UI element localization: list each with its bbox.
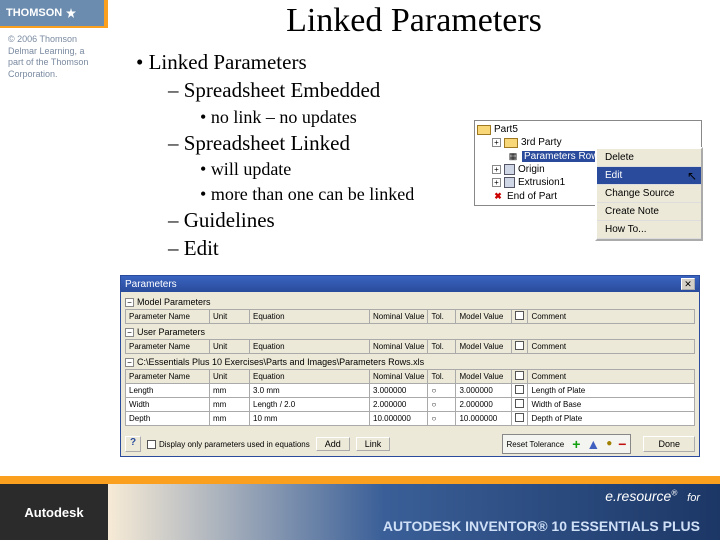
section-model-params[interactable]: − Model Parameters [125,297,695,307]
add-button[interactable]: Add [316,437,350,451]
minus-icon[interactable]: − [618,437,626,451]
folder-icon [504,138,518,148]
expand-icon[interactable]: + [492,165,501,174]
menu-create-note[interactable]: Create Note [597,203,701,221]
table-row[interactable]: Depth mm 10 mm 10.000000 ○ 10.000000 Dep… [126,412,695,426]
checkbox-icon[interactable] [147,440,156,449]
expand-icon[interactable]: − [125,328,134,337]
done-button[interactable]: Done [643,436,695,452]
slide-title: Linked Parameters [128,2,700,40]
plus-icon[interactable]: + [572,437,580,451]
product-title: AUTODESK INVENTOR® 10 ESSENTIALS PLUS [383,518,700,534]
col-equation: Equation [250,310,370,324]
params-header-table: Parameter Name Unit Equation Nominal Val… [125,339,695,354]
footer-gradient: e.resource® for AUTODESK INVENTOR® 10 ES… [108,484,720,540]
context-menu: Delete Edit ↖ Change Source Create Note … [595,147,703,241]
triangle-icon[interactable]: ▲ [586,437,600,451]
tree-label: End of Part [507,191,557,202]
col-nominal: Nominal Value [370,310,428,324]
params-header-table: Parameter Name Unit Equation Nominal Val… [125,309,695,324]
col-name: Parameter Name [126,310,210,324]
col-model-value: Model Value [456,310,512,324]
section-linked-file[interactable]: − C:\Essentials Plus 10 Exercises\Parts … [125,357,695,367]
accent-stripe [0,476,720,484]
browser-tree-panel: Part5 + 3rd Party ▦ Parameters Rows.xls … [474,120,702,206]
end-icon: ✖ [492,190,504,202]
publisher-sidebar: THOMSON © 2006 Thomson Delmar Learning, … [0,0,108,540]
expand-icon[interactable]: + [492,178,501,187]
reset-tolerance-group: Reset Tolerance + ▲ ● − [502,434,632,454]
dialog-footer: ? Display only parameters used in equati… [121,432,699,456]
menu-change-source[interactable]: Change Source [597,185,701,203]
feature-icon [504,177,515,188]
tree-root[interactable]: Part5 [477,123,699,136]
col-check [512,310,528,324]
menu-edit[interactable]: Edit ↖ [597,167,701,185]
col-tol: Tol. [428,310,456,324]
origin-icon [504,164,515,175]
menu-delete[interactable]: Delete [597,149,701,167]
dialog-title: Parameters [125,279,177,290]
section-label: Model Parameters [137,297,211,307]
copyright-text: © 2006 Thomson Delmar Learning, a part o… [0,28,108,87]
menu-label: Edit [605,170,622,181]
table-row[interactable]: Length mm 3.0 mm 3.000000 ○ 3.000000 Len… [126,384,695,398]
dot-icon[interactable]: ● [606,439,612,449]
section-label: C:\Essentials Plus 10 Exercises\Parts an… [137,357,424,367]
parameters-dialog: Parameters ✕ − Model Parameters Paramete… [120,275,700,457]
eresource-logo: e.resource® for [605,488,700,504]
publisher-brand: THOMSON [0,0,108,26]
tree-label: Extrusion1 [518,177,565,188]
params-data-table[interactable]: Parameter Name Unit Equation Nominal Val… [125,369,695,426]
brand-text: THOMSON [6,7,62,19]
autodesk-logo: Autodesk [0,484,108,540]
expand-icon[interactable]: − [125,358,134,367]
bullet-l2: Spreadsheet Embedded [168,76,700,104]
reset-label: Reset Tolerance [507,440,565,449]
tree-label: 3rd Party [521,137,562,148]
tree-label: Origin [518,164,545,175]
table-row[interactable]: Width mm Length / 2.0 2.000000 ○ 2.00000… [126,398,695,412]
star-icon [66,8,76,18]
sheet-icon: ▦ [507,150,519,162]
section-user-params[interactable]: − User Parameters [125,327,695,337]
expand-icon[interactable]: − [125,298,134,307]
tree-label: Part5 [494,124,518,135]
close-button[interactable]: ✕ [681,278,695,290]
expand-icon[interactable]: + [492,138,501,147]
footer-banner: Autodesk e.resource® for AUTODESK INVENT… [0,476,720,540]
bullet-l1: Linked Parameters [136,48,700,76]
folder-icon [477,125,491,135]
checkbox-label: Display only parameters used in equation… [159,440,310,449]
col-comment: Comment [528,310,695,324]
col-unit: Unit [210,310,250,324]
menu-how-to[interactable]: How To... [597,221,701,239]
link-button[interactable]: Link [356,437,391,451]
cursor-icon: ↖ [687,169,697,183]
section-label: User Parameters [137,327,205,337]
display-only-checkbox[interactable]: Display only parameters used in equation… [147,440,310,449]
dialog-titlebar[interactable]: Parameters ✕ [121,276,699,292]
help-button[interactable]: ? [125,436,141,452]
